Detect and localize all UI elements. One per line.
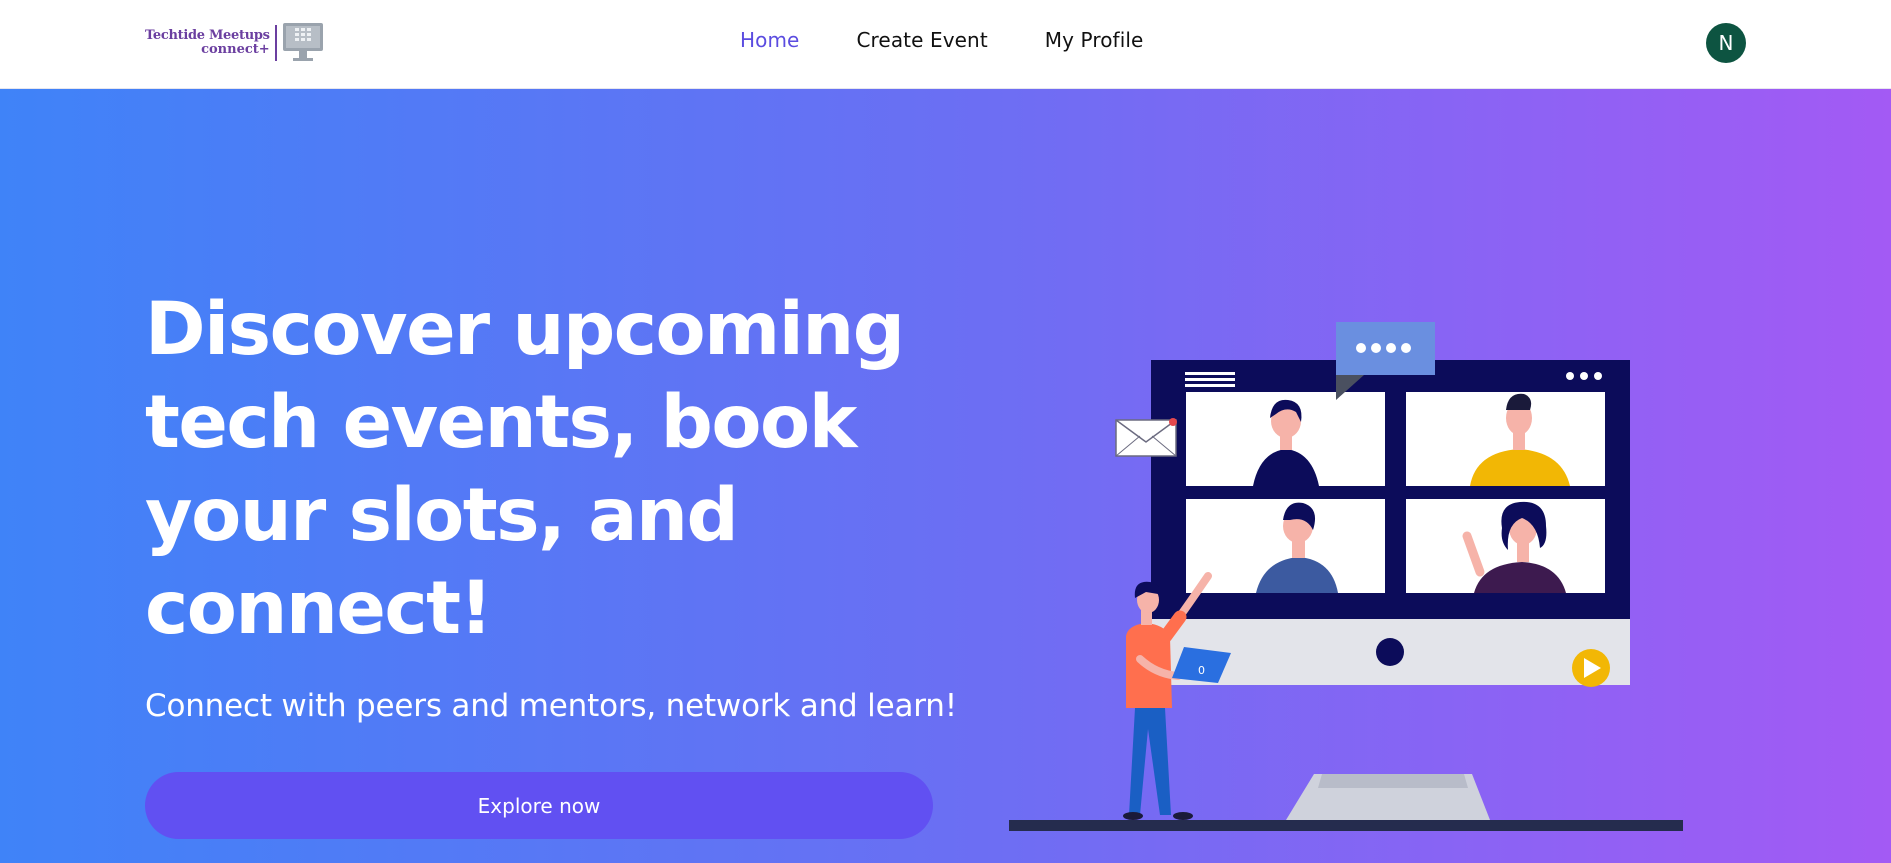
hero-subheadline: Connect with peers and mentors, network …: [145, 688, 957, 724]
explore-now-button[interactable]: Explore now: [145, 772, 933, 839]
brand-logo[interactable]: Techtide Meetups connect+: [145, 22, 325, 64]
nav-link-home[interactable]: Home: [740, 28, 799, 52]
svg-text:0: 0: [1198, 664, 1205, 677]
nav-link-my-profile[interactable]: My Profile: [1045, 28, 1144, 52]
video-conference-illustration: 0: [1009, 322, 1683, 831]
top-navbar: Techtide Meetups connect+ Home Create Ev…: [0, 0, 1891, 89]
logo-line-2: connect+: [201, 42, 270, 57]
hero-headline: Discover upcoming tech events, book your…: [145, 287, 905, 651]
main-nav: Home Create Event My Profile: [740, 28, 1143, 52]
nav-link-create-event[interactable]: Create Event: [856, 28, 987, 52]
logo-text: Techtide Meetups connect+: [145, 29, 270, 56]
user-avatar[interactable]: N: [1706, 23, 1746, 63]
logo-line-1: Techtide Meetups: [145, 28, 270, 44]
hero-section: Discover upcoming tech events, book your…: [0, 89, 1891, 863]
logo-divider: [274, 25, 277, 61]
computer-monitor-icon: [282, 23, 323, 61]
